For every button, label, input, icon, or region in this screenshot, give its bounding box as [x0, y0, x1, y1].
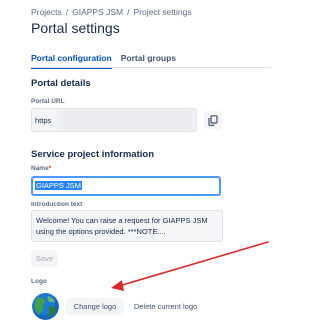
name-input[interactable]: GIAPPS JSM [31, 176, 221, 196]
annotation-arrow-head [111, 280, 124, 291]
service-info-heading: Service project information [31, 149, 155, 160]
breadcrumb-separator: / [65, 7, 69, 17]
portal-url-value: https [35, 116, 52, 125]
page-title: Portal settings [31, 20, 120, 36]
globe-icon [32, 293, 59, 320]
breadcrumb-project[interactable]: GIAPPS JSM [72, 7, 123, 17]
project-avatar [32, 293, 59, 320]
tab-divider [31, 67, 271, 68]
required-marker: * [48, 165, 52, 172]
breadcrumb-separator: / [127, 7, 130, 17]
name-label-text: Name [31, 165, 49, 172]
delete-logo-button[interactable]: Delete current logo [128, 298, 203, 315]
copy-url-button[interactable] [204, 111, 222, 129]
save-button[interactable]: Save [31, 250, 58, 267]
breadcrumb-projects[interactable]: Projects [31, 7, 62, 17]
change-logo-button[interactable]: Change logo [66, 298, 124, 315]
portal-url-label: Portal URL [31, 98, 65, 105]
name-input-value: GIAPPS JSM [35, 181, 83, 190]
copy-icon [208, 114, 218, 126]
intro-text-label: Introduction text [31, 201, 83, 208]
logo-label: Logo [31, 278, 47, 285]
breadcrumb: Projects / GIAPPS JSM / Project settings [31, 7, 192, 17]
intro-text-field[interactable]: Welcome! You can raise a request for GIA… [31, 210, 223, 242]
name-label: Name* [31, 165, 51, 172]
annotation-arrow-line [118, 241, 269, 287]
portal-details-heading: Portal details [31, 78, 91, 89]
portal-url-redaction [58, 110, 196, 130]
breadcrumb-project-settings[interactable]: Project settings [133, 7, 191, 17]
